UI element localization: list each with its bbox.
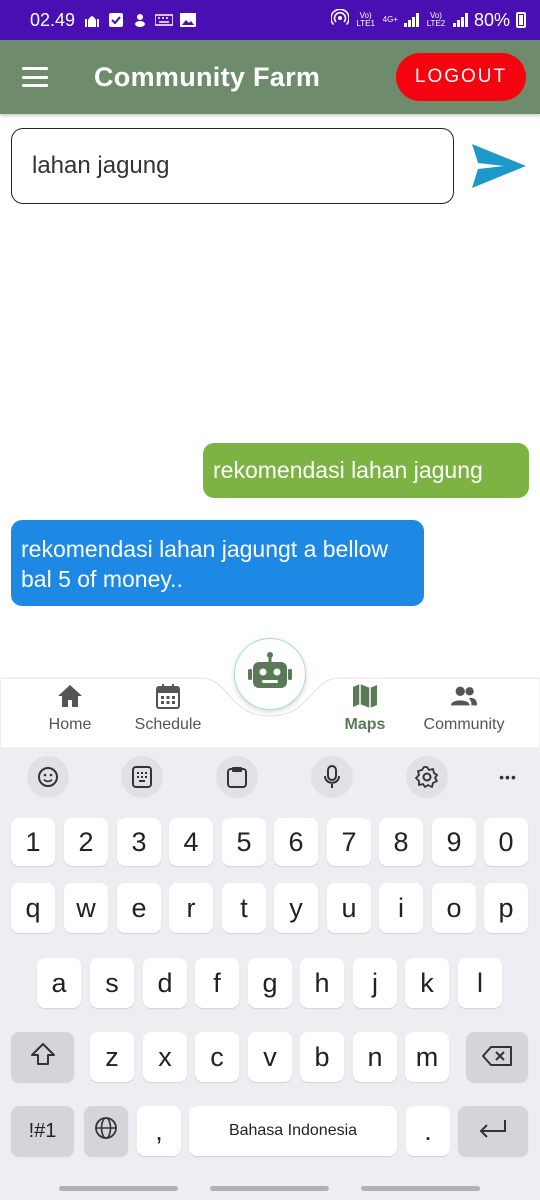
status-time: 02.49 [30, 9, 76, 30]
notification-icons [83, 12, 197, 28]
home-icon [56, 682, 84, 710]
key-0[interactable]: 0 [484, 818, 528, 866]
nav-hint-center [210, 1186, 329, 1191]
key-n[interactable]: n [353, 1032, 397, 1082]
backspace-key[interactable] [466, 1032, 528, 1082]
enter-key[interactable] [458, 1106, 528, 1156]
globe-icon [94, 1116, 118, 1147]
nav-home[interactable]: Home [15, 682, 125, 734]
key-p[interactable]: p [484, 883, 528, 933]
key-d[interactable]: d [143, 958, 187, 1008]
key-j[interactable]: j [353, 958, 397, 1008]
key-f[interactable]: f [195, 958, 239, 1008]
calendar-icon [154, 682, 182, 710]
battery-icon [516, 12, 526, 28]
key-7[interactable]: 7 [327, 818, 371, 866]
shift-key[interactable] [11, 1032, 74, 1082]
nav-home-label: Home [48, 716, 92, 733]
clipboard-icon[interactable] [216, 756, 258, 798]
checkbox-icon [107, 12, 125, 28]
key-c[interactable]: c [195, 1032, 239, 1082]
map-icon [351, 682, 379, 710]
key-g[interactable]: g [248, 958, 292, 1008]
lte2-label: Vo) LTE2 [426, 11, 446, 28]
people-icon [450, 682, 478, 710]
space-key[interactable]: Bahasa Indonesia [189, 1106, 397, 1156]
gear-icon[interactable] [406, 756, 448, 798]
nav-schedule-label: Schedule [134, 716, 202, 733]
key-w[interactable]: w [64, 883, 108, 933]
battery-text: 80% [473, 9, 510, 30]
mic-icon[interactable] [311, 756, 353, 798]
key-m[interactable]: m [405, 1032, 449, 1082]
keyboard-icon [155, 12, 174, 28]
key-5[interactable]: 5 [222, 818, 266, 866]
lte1-label: Vo) LTE1 [356, 11, 375, 28]
nav-community-label: Community [423, 716, 505, 733]
menu-icon[interactable] [22, 67, 48, 87]
shift-icon [30, 1042, 56, 1073]
key-i[interactable]: i [379, 883, 423, 933]
key-q[interactable]: q [11, 883, 55, 933]
hotspot-icon [329, 8, 350, 32]
status-bar: 02.49 Vo) LTE1 4G+ Vo) LTE2 80% [0, 0, 540, 40]
keyboard-toolbar: ••• [0, 748, 540, 804]
image-icon [179, 12, 197, 28]
more-label: ••• [499, 769, 517, 785]
key-b[interactable]: b [300, 1032, 344, 1082]
key-h[interactable]: h [300, 958, 344, 1008]
nav-hint-left [59, 1186, 178, 1191]
status-right: Vo) LTE1 4G+ Vo) LTE2 80% [329, 8, 526, 32]
nav-schedule[interactable]: Schedule [113, 682, 223, 734]
send-icon[interactable] [470, 140, 528, 192]
nav-community[interactable]: Community [409, 682, 519, 734]
key-9[interactable]: 9 [432, 818, 476, 866]
nav-hint-right [361, 1186, 480, 1191]
network-type: 4G+ [382, 15, 398, 24]
key-r[interactable]: r [169, 883, 213, 933]
key-e[interactable]: e [117, 883, 161, 933]
bot-message: rekomendasi lahan jagungt a bellow bal 5… [11, 520, 424, 606]
signal-1-icon [403, 13, 419, 27]
backspace-icon [482, 1042, 512, 1073]
key-u[interactable]: u [327, 883, 371, 933]
key-k[interactable]: k [405, 958, 449, 1008]
key-l[interactable]: l [458, 958, 502, 1008]
key-v[interactable]: v [248, 1032, 292, 1082]
nav-maps[interactable]: Maps [310, 682, 420, 734]
key-z[interactable]: z [90, 1032, 134, 1082]
app-bar: Community Farm LOGOUT [0, 40, 540, 114]
key-8[interactable]: 8 [379, 818, 423, 866]
period-key[interactable]: . [406, 1106, 450, 1156]
symbols-key[interactable]: !#1 [11, 1106, 74, 1156]
key-4[interactable]: 4 [169, 818, 213, 866]
language-key[interactable] [84, 1106, 128, 1156]
comma-key[interactable]: , [137, 1106, 181, 1156]
key-2[interactable]: 2 [64, 818, 108, 866]
key-3[interactable]: 3 [117, 818, 161, 866]
emoji-icon[interactable] [27, 756, 69, 798]
key-a[interactable]: a [37, 958, 81, 1008]
key-y[interactable]: y [274, 883, 318, 933]
enter-icon [478, 1116, 508, 1147]
clipboard-grid-icon[interactable] [121, 756, 163, 798]
robot-icon [247, 651, 293, 698]
key-6[interactable]: 6 [274, 818, 318, 866]
key-t[interactable]: t [222, 883, 266, 933]
key-x[interactable]: x [143, 1032, 187, 1082]
key-o[interactable]: o [432, 883, 476, 933]
soft-keyboard: ••• 1 2 3 4 5 6 7 8 9 0 q w e r t y u i … [0, 748, 540, 1200]
baby-icon [131, 12, 149, 28]
key-s[interactable]: s [90, 958, 134, 1008]
key-1[interactable]: 1 [11, 818, 55, 866]
signal-2-icon [452, 13, 468, 27]
user-message: rekomendasi lahan jagung [203, 443, 529, 498]
mosque-icon [83, 12, 101, 28]
nav-maps-label: Maps [344, 716, 386, 733]
chatbot-fab[interactable] [234, 638, 306, 710]
logout-button[interactable]: LOGOUT [396, 53, 526, 101]
chat-input[interactable] [11, 128, 454, 204]
app-title: Community Farm [94, 61, 321, 92]
more-icon[interactable]: ••• [487, 756, 529, 798]
